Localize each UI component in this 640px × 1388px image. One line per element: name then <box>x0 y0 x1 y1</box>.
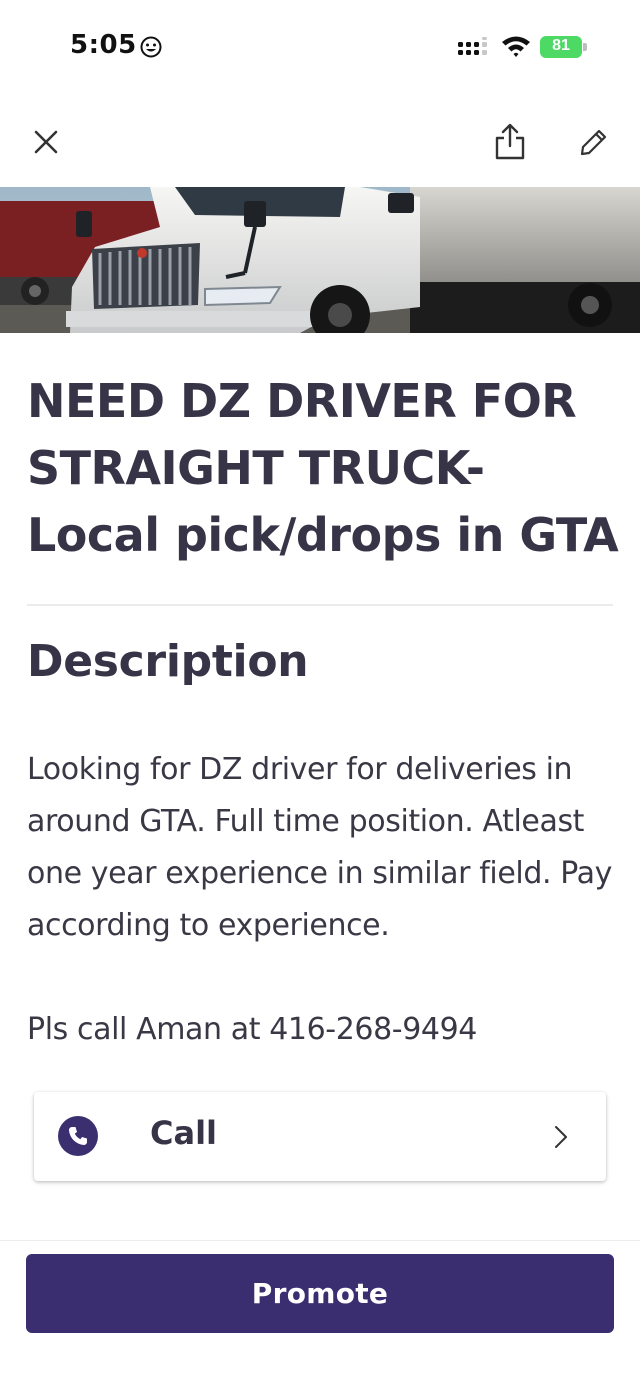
listing-photo[interactable] <box>0 187 640 333</box>
divider <box>27 604 613 606</box>
edit-pencil-icon[interactable] <box>578 126 610 158</box>
chevron-right-icon <box>555 1126 567 1148</box>
status-time: 5:05 <box>70 30 137 60</box>
contact-text: Pls call Aman at 416-268-9494 <box>27 1012 477 1047</box>
status-bar: 5:05 81 <box>0 0 640 96</box>
description-heading: Description <box>27 636 309 687</box>
bottom-divider <box>0 1240 640 1241</box>
battery-charging-icon: 81 <box>540 36 588 58</box>
description-text: Looking for DZ driver for deliveries in … <box>27 752 612 943</box>
cellular-signal-icon <box>458 37 487 55</box>
battery-level: 81 <box>552 37 570 54</box>
emoji-face-icon <box>140 36 162 58</box>
wifi-icon <box>502 36 530 57</box>
call-button[interactable]: Call <box>34 1092 606 1181</box>
share-icon[interactable] <box>492 122 528 162</box>
promote-button[interactable]: Promote <box>26 1254 614 1333</box>
close-icon[interactable] <box>30 126 62 158</box>
phone-icon <box>58 1116 98 1156</box>
call-label: Call <box>150 1114 218 1152</box>
truck-photo-image <box>0 187 640 333</box>
listing-title: NEED DZ DRIVER FOR STRAIGHT TRUCK- Local… <box>27 374 619 562</box>
